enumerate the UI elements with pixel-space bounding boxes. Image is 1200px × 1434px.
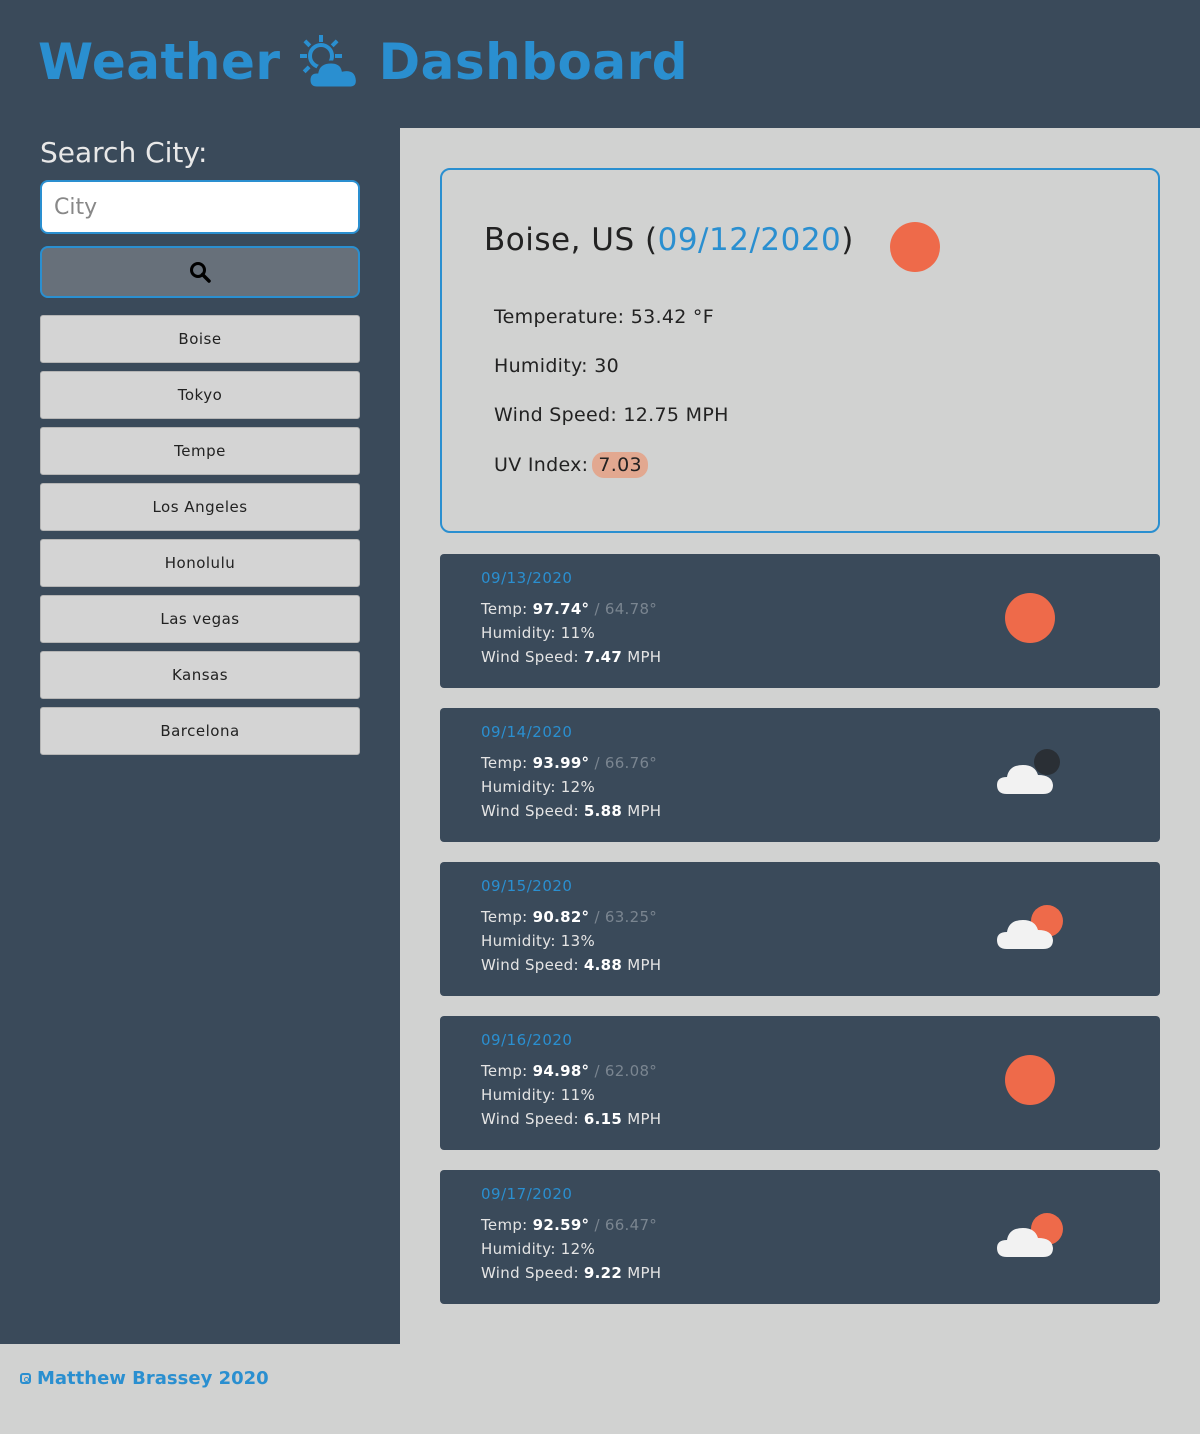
forecast-humidity: Humidity: 12% [481, 778, 596, 796]
partly-cloudy-icon [997, 905, 1063, 949]
forecast-card: 09/14/2020 Temp: 93.99° / 66.76° Humidit… [440, 708, 1160, 842]
sun-icon [1005, 593, 1055, 643]
history-button-honolulu[interactable]: Honolulu [40, 539, 360, 587]
current-wind: Wind Speed: 12.75 MPH [494, 404, 729, 426]
title-weather: Weather [38, 33, 281, 91]
forecast-date: 09/14/2020 [481, 723, 573, 741]
forecast-date: 09/13/2020 [481, 569, 573, 587]
app-title: Weather Dashboard [38, 30, 688, 94]
header: Weather Dashboard [0, 0, 1200, 128]
forecast-temp: Temp: 94.98° / 62.08° [481, 1062, 658, 1080]
forecast-card: 09/13/2020 Temp: 97.74° / 64.78° Humidit… [440, 554, 1160, 688]
forecast-card: 09/16/2020 Temp: 94.98° / 62.08° Humidit… [440, 1016, 1160, 1150]
forecast-date: 09/15/2020 [481, 877, 573, 895]
forecast-card: 09/15/2020 Temp: 90.82° / 63.25° Humidit… [440, 862, 1160, 996]
history-button-los-angeles[interactable]: Los Angeles [40, 483, 360, 531]
current-city-heading: Boise, US (09/12/2020) [484, 222, 854, 258]
history-button-tempe[interactable]: Tempe [40, 427, 360, 475]
forecast-wind: Wind Speed: 9.22 MPH [481, 1264, 662, 1282]
footer-credit[interactable]: Matthew Brassey 2020 [20, 1368, 269, 1389]
current-humidity: Humidity: 30 [494, 355, 619, 377]
forecast-date: 09/17/2020 [481, 1185, 573, 1203]
search-icon [190, 262, 211, 283]
footer-text: Matthew Brassey 2020 [37, 1368, 269, 1389]
forecast-humidity: Humidity: 12% [481, 1240, 596, 1258]
forecast-temp: Temp: 90.82° / 63.25° [481, 908, 658, 926]
current-uv: UV Index: 7.03 [494, 452, 648, 478]
search-history: Boise Tokyo Tempe Los Angeles Honolulu L… [40, 315, 360, 763]
history-button-boise[interactable]: Boise [40, 315, 360, 363]
forecast-wind: Wind Speed: 4.88 MPH [481, 956, 662, 974]
forecast-date: 09/16/2020 [481, 1031, 573, 1049]
history-button-las-vegas[interactable]: Las vegas [40, 595, 360, 643]
forecast-wind: Wind Speed: 6.15 MPH [481, 1110, 662, 1128]
forecast-wind: Wind Speed: 5.88 MPH [481, 802, 662, 820]
forecast-temp: Temp: 97.74° / 64.78° [481, 600, 658, 618]
forecast-humidity: Humidity: 13% [481, 932, 596, 950]
history-button-tokyo[interactable]: Tokyo [40, 371, 360, 419]
forecast-humidity: Humidity: 11% [481, 624, 596, 642]
instagram-icon [20, 1373, 31, 1384]
history-button-kansas[interactable]: Kansas [40, 651, 360, 699]
forecast-temp: Temp: 93.99° / 66.76° [481, 754, 658, 772]
night-cloud-icon [997, 749, 1060, 794]
forecast-humidity: Humidity: 11% [481, 1086, 596, 1104]
search-label: Search City: [40, 136, 208, 169]
partly-cloudy-icon [997, 1213, 1063, 1257]
current-date: 09/12/2020 [657, 222, 842, 258]
history-button-barcelona[interactable]: Barcelona [40, 707, 360, 755]
forecast-card: 09/17/2020 Temp: 92.59° / 66.47° Humidit… [440, 1170, 1160, 1304]
city-search-input[interactable] [40, 180, 360, 234]
sun-icon [890, 222, 940, 272]
search-button[interactable] [40, 246, 360, 298]
current-weather-card: Boise, US (09/12/2020) Temperature: 53.4… [440, 168, 1160, 533]
title-dashboard: Dashboard [378, 33, 689, 91]
current-city: Boise, US [484, 222, 635, 258]
forecast-wind: Wind Speed: 7.47 MPH [481, 648, 662, 666]
current-temperature: Temperature: 53.42 °F [494, 306, 714, 328]
sun-icon [1005, 1055, 1055, 1105]
forecast-temp: Temp: 92.59° / 66.47° [481, 1216, 658, 1234]
sun-cloud-icon [299, 35, 359, 90]
uv-index-badge: 7.03 [592, 452, 648, 478]
